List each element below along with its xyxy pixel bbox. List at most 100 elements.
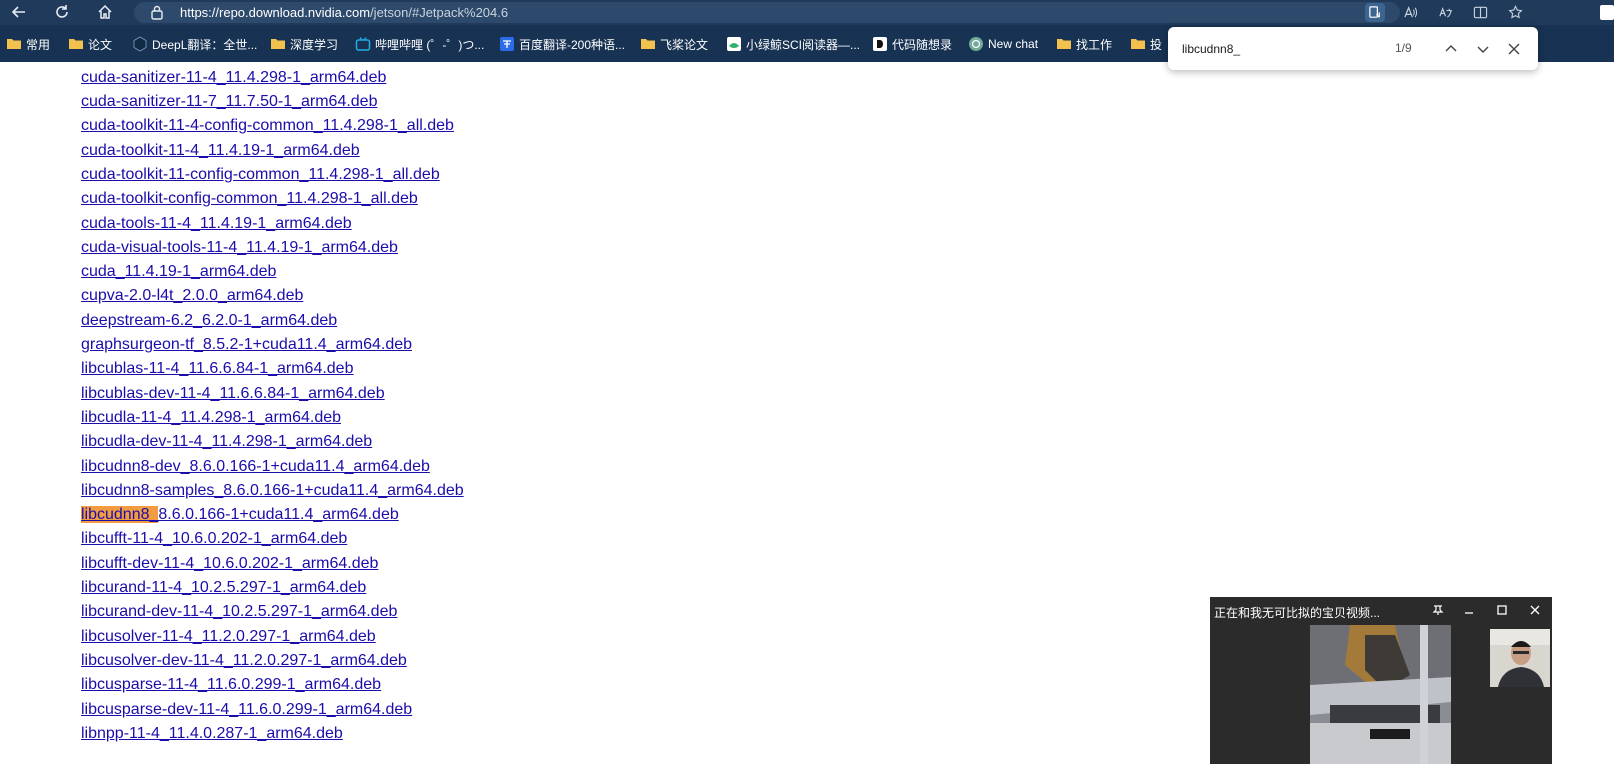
favorite-label: 小绿鲸SCI阅读器—... bbox=[746, 37, 861, 52]
file-link[interactable]: libcudnn8-samples_8.6.0.166-1+cuda11.4_a… bbox=[81, 481, 464, 500]
file-link[interactable]: libcudla-dev-11-4_11.4.298-1_arm64.deb bbox=[81, 432, 372, 451]
file-link[interactable]: cuda-toolkit-11-config-common_11.4.298-1… bbox=[81, 165, 440, 184]
url-text[interactable]: https://repo.download.nvidia.com/jetson/… bbox=[180, 5, 508, 20]
favorite-item[interactable]: New chat bbox=[968, 36, 1038, 52]
video-call-title: 正在和我无可比拟的宝贝视频... bbox=[1214, 606, 1381, 620]
favorite-label: DeepL翻译：全世... bbox=[152, 37, 258, 52]
translate-icon bbox=[1438, 7, 1452, 18]
home-button[interactable] bbox=[93, 1, 117, 23]
chatgpt-icon bbox=[968, 36, 984, 52]
video-call-window[interactable]: 正在和我无可比拟的宝贝视频... bbox=[1210, 597, 1552, 764]
file-link[interactable]: cuda-toolkit-11-4_11.4.19-1_arm64.deb bbox=[81, 141, 360, 160]
find-match-count: 1/9 bbox=[1395, 41, 1412, 55]
find-match-highlight: libcudnn8_ bbox=[81, 506, 159, 523]
url-host: https://repo.download.nvidia.com bbox=[180, 5, 371, 20]
favorite-label: 哔哩哔哩 (゜-゜)つ... bbox=[375, 37, 485, 52]
favorite-label: 常用 bbox=[26, 37, 51, 52]
back-button[interactable] bbox=[7, 1, 31, 23]
favorite-item[interactable]: 常用 bbox=[6, 36, 50, 52]
favorite-item[interactable]: DeepL翻译：全世... bbox=[132, 36, 257, 52]
favorites-star-icon bbox=[1507, 5, 1523, 19]
translate-button[interactable] bbox=[1435, 3, 1455, 22]
maximize-button[interactable] bbox=[1491, 600, 1513, 620]
file-link[interactable]: cuda-visual-tools-11-4_11.4.19-1_arm64.d… bbox=[81, 238, 398, 257]
read-mode-button[interactable] bbox=[1365, 3, 1385, 22]
folder-icon bbox=[640, 36, 656, 52]
close-video-button[interactable] bbox=[1524, 600, 1546, 620]
file-link[interactable]: libcublas-11-4_11.6.6.84-1_arm64.deb bbox=[81, 359, 353, 378]
minimize-button[interactable] bbox=[1458, 600, 1480, 620]
file-link[interactable]: cuda-tools-11-4_11.4.19-1_arm64.deb bbox=[81, 214, 352, 233]
file-link-highlighted[interactable]: libcudnn8_8.6.0.166-1+cuda11.4_arm64.deb bbox=[81, 505, 399, 524]
file-link[interactable]: cuda_11.4.19-1_arm64.deb bbox=[81, 262, 276, 281]
file-link[interactable]: libcublas-dev-11-4_11.6.6.84-1_arm64.deb bbox=[81, 384, 385, 403]
close-icon bbox=[1508, 43, 1520, 55]
deepl-icon bbox=[132, 36, 148, 52]
file-link[interactable]: libnpp-11-4_11.4.0.287-1_arm64.deb bbox=[81, 724, 343, 743]
pin-icon bbox=[1432, 605, 1444, 615]
pin-button[interactable] bbox=[1427, 600, 1449, 620]
maximize-icon bbox=[1497, 605, 1507, 615]
favorite-label: 论文 bbox=[88, 37, 113, 52]
next-match-button[interactable] bbox=[1472, 38, 1494, 60]
file-link[interactable]: libcudnn8-dev_8.6.0.166-1+cuda11.4_arm64… bbox=[81, 457, 430, 476]
read-aloud-button[interactable] bbox=[1400, 3, 1420, 22]
favorite-label: 找工作 bbox=[1076, 37, 1113, 52]
favorite-item[interactable]: 哔哩哔哩 (゜-゜)つ... bbox=[355, 36, 484, 52]
file-link[interactable]: libcusparse-dev-11-4_11.6.0.299-1_arm64.… bbox=[81, 700, 412, 719]
file-link[interactable]: deepstream-6.2_6.2.0-1_arm64.deb bbox=[81, 311, 337, 330]
favorite-label: 深度学习 bbox=[290, 37, 339, 52]
file-link[interactable]: libcurand-dev-11-4_10.2.5.297-1_arm64.de… bbox=[81, 602, 397, 621]
folder-icon bbox=[270, 36, 286, 52]
minimize-icon bbox=[1465, 612, 1473, 614]
file-link[interactable]: libcufft-11-4_10.6.0.202-1_arm64.deb bbox=[81, 529, 347, 548]
favorite-item[interactable]: 找工作 bbox=[1056, 36, 1112, 52]
lock-icon[interactable] bbox=[150, 5, 164, 20]
folder-icon bbox=[1056, 36, 1072, 52]
favorite-item[interactable]: 代码随想录 bbox=[872, 36, 952, 52]
favorite-item[interactable]: 百度翻译-200种语... bbox=[499, 36, 625, 52]
favorite-label: 投 bbox=[1150, 37, 1163, 52]
next-match-icon bbox=[1477, 46, 1489, 53]
refresh-button[interactable] bbox=[50, 1, 74, 23]
file-link[interactable]: libcusparse-11-4_11.6.0.299-1_arm64.deb bbox=[81, 675, 381, 694]
code-icon bbox=[872, 36, 888, 52]
file-link[interactable]: cuda-toolkit-config-common_11.4.298-1_al… bbox=[81, 189, 418, 208]
address-bar[interactable]: https://repo.download.nvidia.com/jetson/… bbox=[134, 2, 1400, 23]
file-link[interactable]: libcusolver-11-4_11.2.0.297-1_arm64.deb bbox=[81, 627, 376, 646]
file-link[interactable]: cuda-sanitizer-11-7_11.7.50-1_arm64.deb bbox=[81, 92, 377, 111]
favorite-label: New chat bbox=[988, 37, 1039, 51]
previous-match-button[interactable] bbox=[1440, 38, 1462, 60]
folder-icon bbox=[1130, 36, 1146, 52]
file-link[interactable]: libcusolver-dev-11-4_11.2.0.297-1_arm64.… bbox=[81, 651, 407, 670]
close-find-button[interactable] bbox=[1503, 38, 1525, 60]
split-screen-icon bbox=[1473, 6, 1487, 19]
split-screen-button[interactable] bbox=[1470, 3, 1490, 22]
file-link[interactable]: cuda-sanitizer-11-4_11.4.298-1_arm64.deb bbox=[81, 68, 386, 87]
self-video-feed bbox=[1490, 629, 1550, 687]
profile-icon[interactable] bbox=[1600, 5, 1614, 20]
refresh-icon bbox=[56, 5, 68, 18]
file-link[interactable]: graphsurgeon-tf_8.5.2-1+cuda11.4_arm64.d… bbox=[81, 335, 412, 354]
find-input[interactable] bbox=[1182, 39, 1382, 59]
file-link[interactable]: libcudla-11-4_11.4.298-1_arm64.deb bbox=[81, 408, 341, 427]
browser-toolbar: https://repo.download.nvidia.com/jetson/… bbox=[0, 0, 1614, 25]
favorite-label: 飞桨论文 bbox=[660, 37, 709, 52]
favorite-item[interactable]: 论文 bbox=[68, 36, 112, 52]
favorite-label: 代码随想录 bbox=[892, 37, 953, 52]
whale-icon bbox=[726, 36, 742, 52]
bilibili-icon bbox=[355, 36, 371, 52]
find-bar: 1/9 bbox=[1168, 27, 1538, 70]
read-mode-icon bbox=[1368, 6, 1380, 18]
favorite-item[interactable]: 小绿鲸SCI阅读器—... bbox=[726, 36, 860, 52]
home-icon bbox=[98, 4, 112, 19]
favorite-item[interactable]: 飞桨论文 bbox=[640, 36, 708, 52]
file-link[interactable]: libcurand-11-4_10.2.5.297-1_arm64.deb bbox=[81, 578, 366, 597]
favorite-item[interactable]: 深度学习 bbox=[270, 36, 338, 52]
favorite-item[interactable]: 投 bbox=[1130, 36, 1162, 52]
favorite-label: 百度翻译-200种语... bbox=[519, 37, 626, 52]
file-link[interactable]: libcufft-dev-11-4_10.6.0.202-1_arm64.deb bbox=[81, 554, 378, 573]
file-link[interactable]: cuda-toolkit-11-4-config-common_11.4.298… bbox=[81, 116, 454, 135]
favorites-button[interactable] bbox=[1505, 3, 1525, 22]
file-link[interactable]: cupva-2.0-l4t_2.0.0_arm64.deb bbox=[81, 286, 303, 305]
